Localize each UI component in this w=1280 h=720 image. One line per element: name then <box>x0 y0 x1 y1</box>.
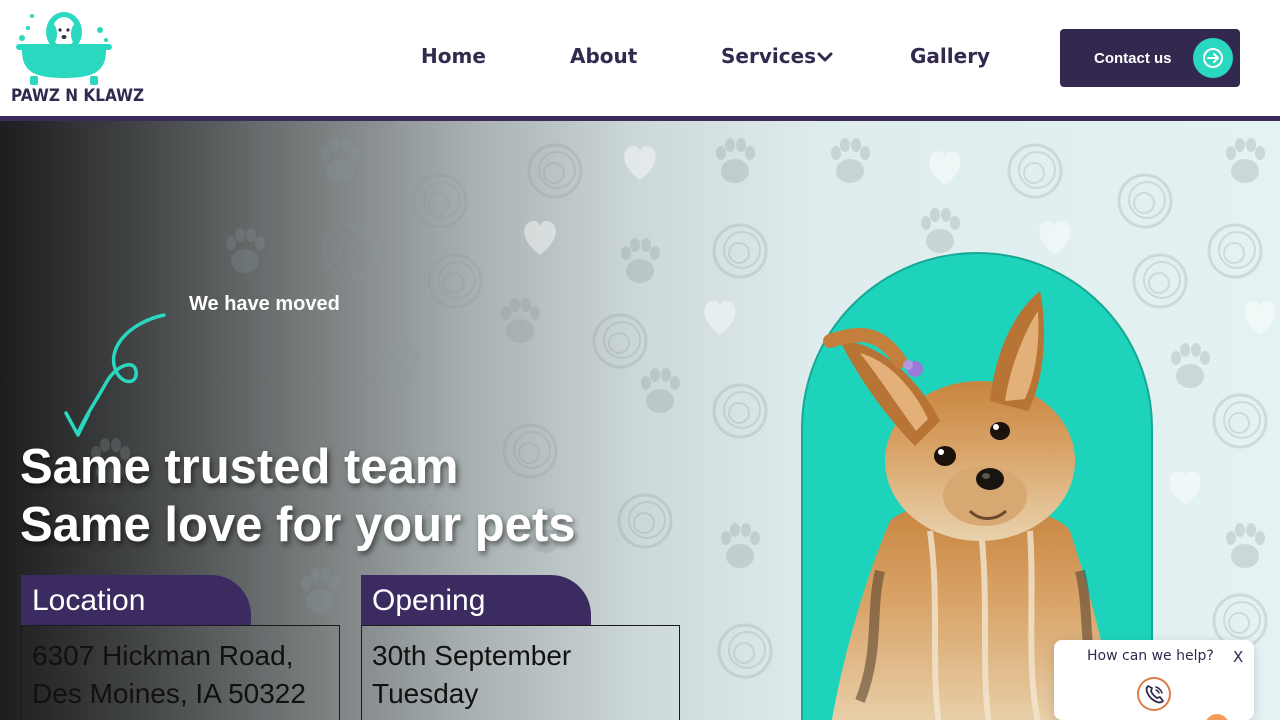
help-chat-widget[interactable]: How can we help? X <box>1054 640 1254 720</box>
location-title: Location <box>32 584 146 617</box>
opening-tab: Opening <box>361 575 591 626</box>
opening-date: 30th September <box>372 640 572 671</box>
phone-icon[interactable] <box>1137 677 1171 711</box>
nav-gallery[interactable]: Gallery <box>910 44 990 68</box>
opening-box: 30th September Tuesday <box>361 625 680 720</box>
site-header: PAWZ N KLAWZ Home About Services Gallery… <box>0 0 1280 116</box>
nav-services[interactable]: Services <box>721 44 816 68</box>
contact-us-button[interactable]: Contact us <box>1060 29 1240 87</box>
contact-us-label: Contact us <box>1094 50 1172 67</box>
arrow-right-circle-icon <box>1193 38 1233 78</box>
location-box: 6307 Hickman Road, Des Moines, IA 50322 <box>21 625 340 720</box>
nav-about[interactable]: About <box>570 44 637 68</box>
nav-home[interactable]: Home <box>421 44 486 68</box>
logo-wordmark[interactable]: PAWZ N KLAWZ <box>11 86 144 106</box>
location-address-line1: 6307 Hickman Road, <box>32 640 294 671</box>
location-tab: Location <box>21 575 251 626</box>
chevron-down-icon[interactable] <box>816 48 834 66</box>
location-address-line2: Des Moines, IA 50322 <box>32 678 306 709</box>
opening-title: Opening <box>372 584 486 617</box>
hero-section: We have moved Same trusted team Same lov… <box>0 121 1280 720</box>
hero-headline-line2: Same love for your pets <box>20 498 576 552</box>
chat-close-button[interactable]: X <box>1233 648 1243 666</box>
help-prompt: How can we help? <box>1087 648 1214 664</box>
bathtub-dog-logo-icon <box>16 12 112 85</box>
curly-arrow-icon <box>64 313 166 437</box>
we-have-moved-text: We have moved <box>189 293 340 315</box>
hero-headline-line1: Same trusted team <box>20 440 459 494</box>
opening-day: Tuesday <box>372 678 479 709</box>
